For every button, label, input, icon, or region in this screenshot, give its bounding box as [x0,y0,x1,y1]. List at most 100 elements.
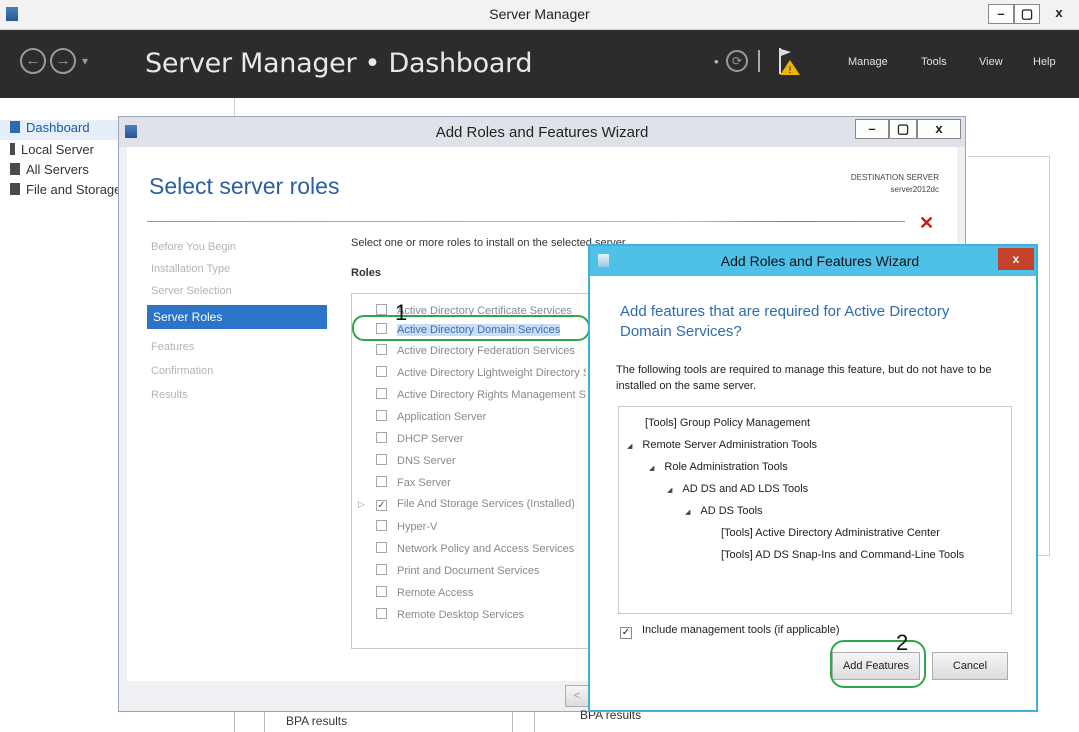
menu-help[interactable]: Help [1033,56,1056,68]
divider [234,98,235,116]
checkbox[interactable] [376,520,387,531]
step-confirmation: Confirmation [151,365,214,377]
notifications-flag-icon[interactable]: ! [776,46,802,76]
sidebar-item-dashboard[interactable]: Dashboard [0,120,118,140]
checkbox[interactable] [376,366,387,377]
dialog-icon [598,254,609,267]
divider [534,712,535,732]
history-dropdown-icon[interactable]: ▾ [82,54,88,68]
menu-view[interactable]: View [979,56,1003,68]
role-item[interactable]: DHCP Server [376,432,586,448]
expanded-triangle-icon[interactable]: ◢ [627,442,632,450]
close-button[interactable]: x [1046,4,1072,24]
destination-label: DESTINATION SERVER [850,173,939,182]
tree-item[interactable]: ◢ Role Administration Tools [649,461,788,473]
role-item[interactable]: Active Directory Rights Management Servi… [376,388,586,404]
sidebar-item-local-server[interactable]: Local Server [10,142,118,160]
checkbox[interactable] [376,344,387,355]
roles-header: Roles [351,267,381,279]
dialog-question: Add features that are required for Activ… [620,303,950,340]
annotation-number: 1 [395,300,408,325]
divider [512,712,513,732]
role-item[interactable]: Remote Desktop Services [376,608,586,624]
expanded-triangle-icon[interactable]: ◢ [685,508,690,516]
cancel-x-icon[interactable]: ✕ [919,213,934,234]
role-item[interactable]: Remote Access [376,586,586,602]
maximize-button[interactable]: ▢ [1014,4,1040,24]
include-tools-option[interactable]: ✓ Include management tools (if applicable… [620,624,840,639]
dialog-title: Add Roles and Features Wizard [720,253,920,269]
minimize-button[interactable]: – [988,4,1014,24]
sidebar-item-all-servers[interactable]: All Servers [10,162,118,180]
checked-checkbox[interactable]: ✓ [376,500,387,511]
roles-list: Active Directory Certificate Services Ac… [351,293,591,649]
role-item[interactable]: Print and Document Services [376,564,586,580]
tree-item[interactable]: ◢ AD DS Tools [685,505,763,517]
checkbox[interactable] [376,304,387,315]
dialog-description: The following tools are required to mana… [616,364,992,392]
wizard-titlebar: Add Roles and Features Wizard – ▢ x [119,117,965,147]
breadcrumb: Server Manager • Dashboard [145,48,533,79]
tree-item[interactable]: [Tools] AD DS Snap-Ins and Command-Line … [721,549,964,561]
checked-checkbox[interactable]: ✓ [620,627,632,639]
tree-item[interactable]: ◢ AD DS and AD LDS Tools [667,483,808,495]
tree-item[interactable]: ◢ Remote Server Administration Tools [627,439,817,451]
role-item[interactable]: Hyper-V [376,520,586,536]
wizard-close-button[interactable]: x [917,119,961,139]
role-item[interactable]: DNS Server [376,454,586,470]
checkbox[interactable] [376,388,387,399]
step-installation-type[interactable]: Installation Type [151,263,230,281]
checkbox[interactable] [376,432,387,443]
annotation-circle [352,315,590,341]
checkbox[interactable] [376,608,387,619]
window-titlebar: Server Manager – ▢ x [0,0,1079,30]
bpa-results-label: BPA results [286,714,348,728]
tree-item[interactable]: [Tools] Active Directory Administrative … [721,527,940,539]
forward-arrow-icon[interactable]: → [50,48,76,74]
step-server-selection[interactable]: Server Selection [151,285,232,303]
role-item[interactable]: Application Server [376,410,586,426]
checkbox[interactable] [376,542,387,553]
role-item[interactable]: Active Directory Federation Services [376,344,586,360]
refresh-dot-icon: • [714,54,719,69]
role-item-file-storage[interactable]: ✓ File And Storage Services (Installed) [376,498,586,514]
add-features-dialog: Add Roles and Features Wizard x Add feat… [588,244,1038,712]
checkbox[interactable] [376,454,387,465]
wizard-maximize-button[interactable]: ▢ [889,119,917,139]
server-icon [10,143,15,155]
cancel-button[interactable]: Cancel [932,652,1008,680]
role-item[interactable]: Fax Server [376,476,586,492]
svg-text:!: ! [789,65,792,76]
dialog-close-button[interactable]: x [998,248,1034,270]
back-arrow-icon[interactable]: ← [20,48,46,74]
expand-arrow-icon[interactable]: ▷ [358,499,365,510]
page-title: Select server roles [149,173,340,199]
app-header: ← → ▾ Server Manager • Dashboard • ⟳ ! M… [0,30,1079,98]
expanded-triangle-icon[interactable]: ◢ [667,486,672,494]
annotation-circle [830,640,926,688]
step-server-roles[interactable]: Server Roles [147,305,327,329]
servers-icon [10,163,20,175]
checkbox[interactable] [376,410,387,421]
menu-manage[interactable]: Manage [848,56,888,68]
expanded-triangle-icon[interactable]: ◢ [649,464,654,472]
dialog-titlebar: Add Roles and Features Wizard x [590,246,1036,276]
wizard-title: Add Roles and Features Wizard [435,124,649,141]
checkbox[interactable] [376,476,387,487]
wizard-minimize-button[interactable]: – [855,119,889,139]
divider [758,50,760,72]
dashboard-icon [10,121,20,133]
checkbox[interactable] [376,564,387,575]
refresh-icon[interactable]: ⟳ [726,50,748,72]
role-item[interactable]: Network Policy and Access Services [376,542,586,558]
previous-button[interactable]: < [565,685,589,707]
destination-server: server2012dc [890,185,939,194]
required-features-tree: [Tools] Group Policy Management ◢ Remote … [618,406,1012,614]
menu-tools[interactable]: Tools [921,56,947,68]
sidebar-item-file-storage[interactable]: File and Storage Services [10,182,118,200]
step-before-you-begin[interactable]: Before You Begin [151,241,236,259]
step-results: Results [151,389,188,401]
tree-item[interactable]: [Tools] Group Policy Management [645,417,810,429]
role-item[interactable]: Active Directory Lightweight Directory S… [376,366,586,382]
checkbox[interactable] [376,586,387,597]
